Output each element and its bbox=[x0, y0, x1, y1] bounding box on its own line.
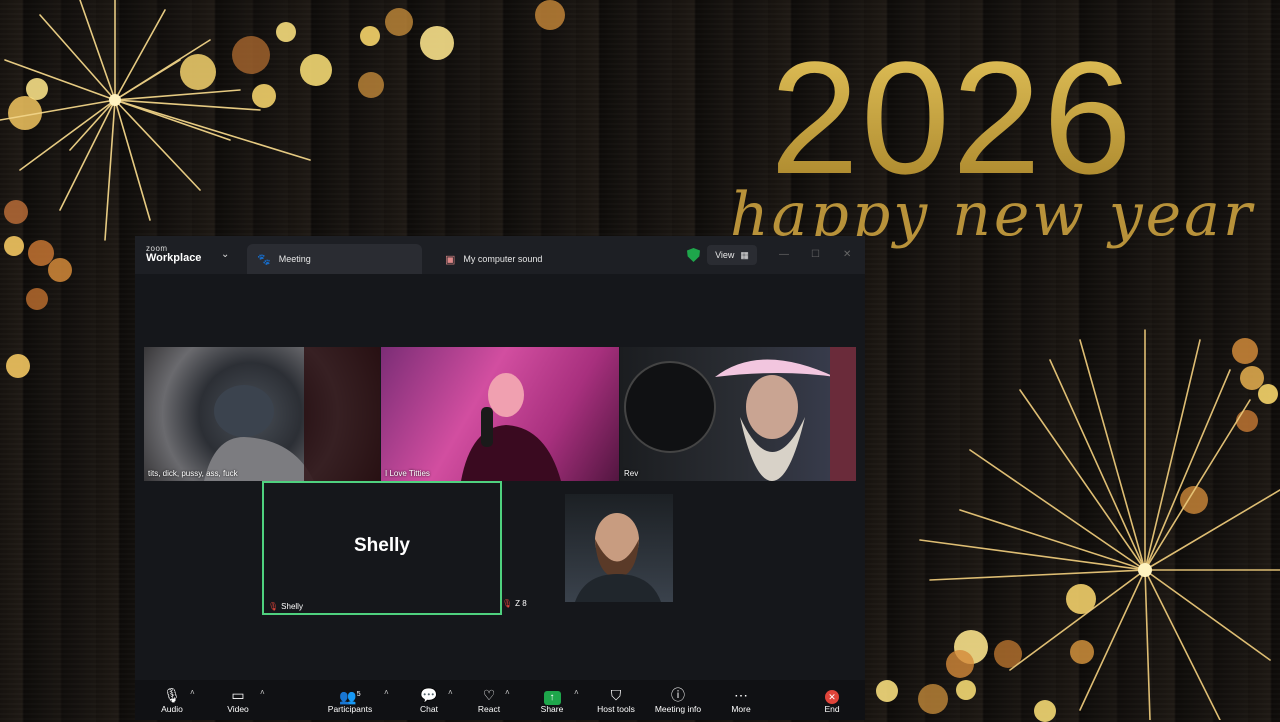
tab-sound-label: My computer sound bbox=[463, 254, 543, 264]
tab-computer-sound[interactable]: ▣ My computer sound bbox=[435, 244, 635, 274]
minimize-icon[interactable]: — bbox=[779, 249, 789, 260]
speaker-icon: ▣ bbox=[445, 253, 456, 266]
participants-count: 5 bbox=[356, 691, 361, 698]
mic-muted-icon: 🎙 bbox=[268, 602, 279, 611]
year-text: 2026 bbox=[770, 28, 1134, 207]
participants-button[interactable]: 👥5 Participants bbox=[325, 686, 375, 714]
title-bar: zoom Workplace ⌄ 🐾 Meeting ▣ My computer… bbox=[135, 236, 865, 274]
chevron-up-icon: ˄ bbox=[574, 688, 579, 697]
participant-name: Rev bbox=[624, 469, 639, 478]
camera-icon: ▭ bbox=[231, 687, 245, 703]
chat-icon: 💬 bbox=[420, 687, 438, 703]
share-label: Share bbox=[540, 704, 564, 714]
participant-1-video bbox=[204, 347, 380, 481]
zoom-window: zoom Workplace ⌄ 🐾 Meeting ▣ My computer… bbox=[135, 236, 865, 720]
close-icon[interactable]: ✕ bbox=[843, 249, 851, 260]
host-tools-label: Host tools bbox=[597, 704, 635, 714]
maximize-icon[interactable]: ☐ bbox=[811, 249, 820, 260]
view-button[interactable]: View ▦ bbox=[707, 245, 757, 265]
participant-name: tits, dick, pussy, ass, fuck bbox=[148, 469, 238, 478]
mic-muted-icon: 🎙 bbox=[502, 599, 513, 608]
end-icon: ✕ bbox=[825, 690, 839, 704]
tab-meeting[interactable]: 🐾 Meeting bbox=[247, 244, 422, 274]
more-icon: ⋯ bbox=[734, 687, 748, 703]
participant-2-video bbox=[461, 373, 561, 481]
view-label: View bbox=[715, 250, 735, 260]
end-label: End bbox=[824, 704, 840, 714]
host-tools-button[interactable]: ⛉ Host tools bbox=[595, 686, 637, 714]
paw-icon: 🐾 bbox=[257, 253, 271, 266]
chat-label: Chat bbox=[420, 704, 438, 714]
zoom-logo[interactable]: zoom Workplace bbox=[146, 245, 201, 264]
chevron-up-icon: ˄ bbox=[384, 688, 389, 697]
participant-name: Z 8 bbox=[515, 599, 527, 608]
participant-3-video bbox=[624, 347, 856, 481]
more-button[interactable]: ⋯ More bbox=[729, 686, 753, 714]
heart-icon: ♡ bbox=[482, 687, 496, 703]
microphone-icon: 🎙 bbox=[163, 687, 181, 703]
shield-icon[interactable] bbox=[687, 248, 700, 262]
video-tile-2[interactable]: I Love Titties bbox=[381, 347, 619, 481]
participants-icon: 👥5 bbox=[339, 688, 361, 705]
grid-icon: ▦ bbox=[740, 249, 749, 260]
react-button[interactable]: ♡ React bbox=[477, 686, 501, 714]
more-label: More bbox=[731, 704, 751, 714]
react-label: React bbox=[477, 704, 501, 714]
tile-4-label: 🎙 Z 8 bbox=[502, 599, 527, 608]
participants-label: Participants bbox=[327, 704, 373, 714]
participant-name: Shelly bbox=[281, 602, 303, 611]
video-tile-5[interactable] bbox=[565, 494, 673, 602]
chevron-up-icon: ˄ bbox=[448, 688, 453, 697]
chevron-down-icon[interactable]: ⌄ bbox=[221, 249, 229, 260]
host-shield-icon: ⛉ bbox=[610, 687, 622, 703]
active-speaker-name: Shelly bbox=[354, 535, 410, 556]
share-button[interactable]: ↑ Share bbox=[539, 686, 565, 714]
info-icon: ⓘ bbox=[671, 687, 685, 703]
chevron-up-icon: ˄ bbox=[505, 688, 510, 697]
participant-name: I Love Titties bbox=[385, 469, 430, 478]
meeting-info-button[interactable]: ⓘ Meeting info bbox=[652, 686, 704, 714]
chat-button[interactable]: 💬 Chat bbox=[418, 686, 440, 714]
firework-bottom-right bbox=[919, 329, 1280, 720]
video-tile-3[interactable]: Rev bbox=[620, 347, 856, 481]
audio-button[interactable]: 🎙 Audio bbox=[159, 686, 185, 714]
video-button[interactable]: ▭ Video bbox=[225, 686, 251, 714]
chevron-up-icon: ˄ bbox=[260, 688, 265, 697]
video-label: Video bbox=[227, 704, 249, 714]
active-speaker-tile[interactable]: Shelly 🎙 Shelly bbox=[262, 481, 502, 615]
share-screen-icon: ↑ bbox=[543, 691, 561, 705]
participant-5-video bbox=[575, 513, 661, 602]
chevron-up-icon: ˄ bbox=[190, 688, 195, 697]
brand-big: Workplace bbox=[146, 252, 202, 264]
active-speaker-label: 🎙 Shelly bbox=[268, 602, 303, 611]
audio-label: Audio bbox=[161, 704, 183, 714]
meeting-info-label: Meeting info bbox=[654, 704, 702, 714]
tab-meeting-label: Meeting bbox=[278, 254, 311, 264]
video-tile-1[interactable]: tits, dick, pussy, ass, fuck bbox=[144, 347, 380, 481]
meeting-toolbar: 🎙 Audio ˄ ▭ Video ˄ 👥5 Participants ˄ 💬 … bbox=[135, 680, 865, 720]
end-button[interactable]: ✕ End bbox=[821, 686, 843, 714]
